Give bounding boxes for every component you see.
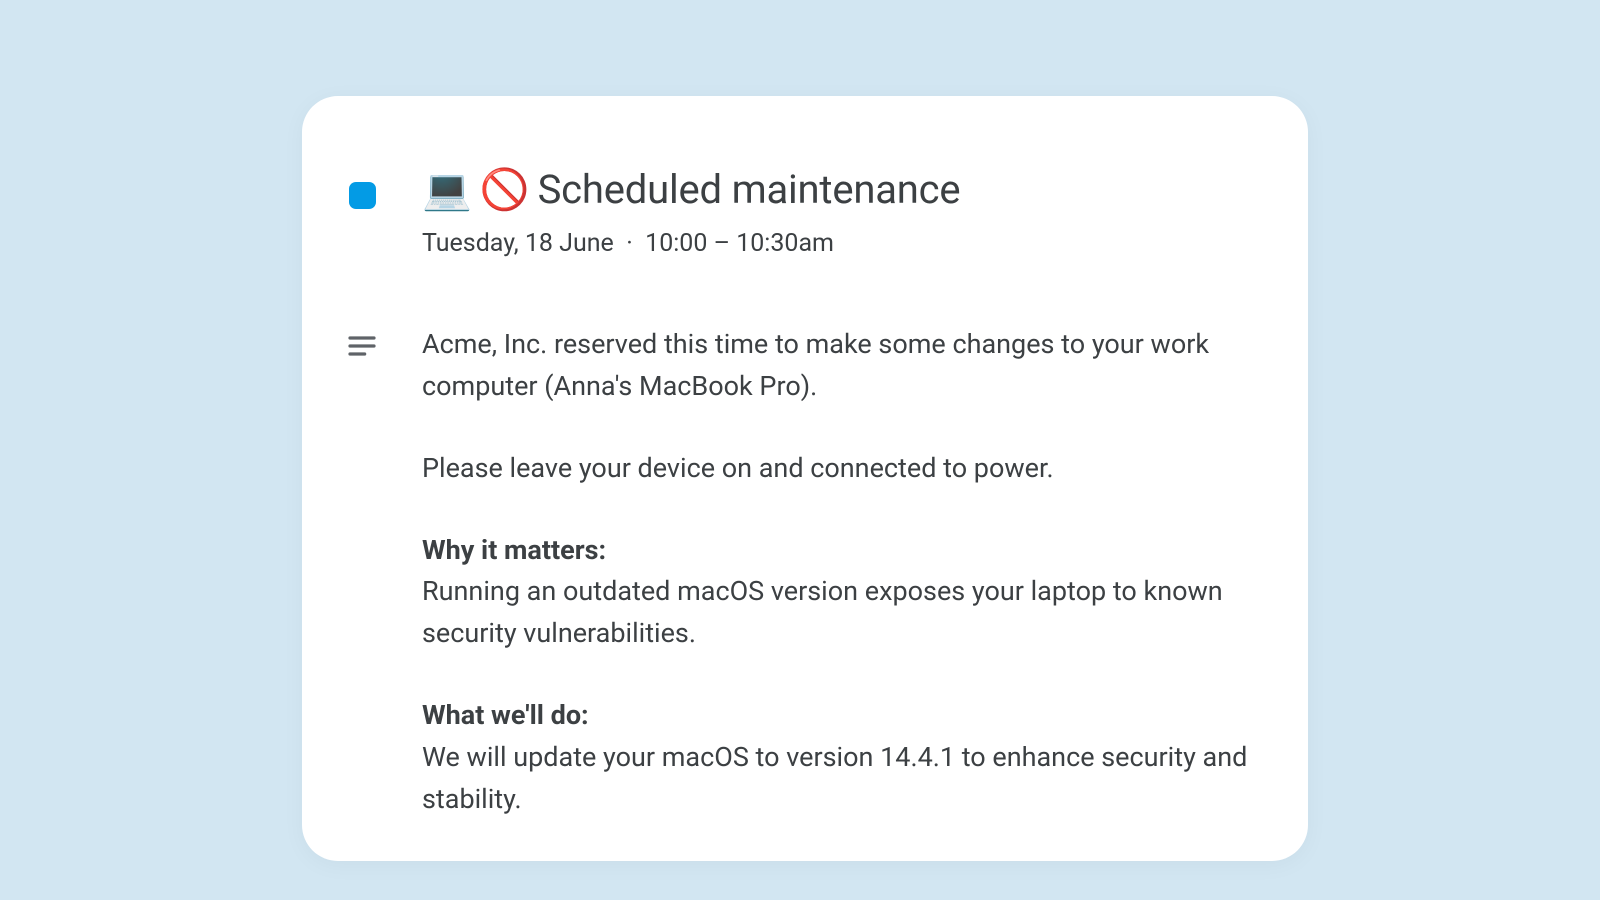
description-content: Acme, Inc. reserved this time to make so… [422, 324, 1308, 861]
title-icon-col [302, 166, 422, 209]
event-title: Scheduled maintenance [538, 166, 961, 213]
calendar-color-chip [349, 182, 376, 209]
what-section: What we'll do: We will update your macOS… [422, 695, 1252, 821]
datetime-separator: · [626, 229, 633, 258]
description-icon [346, 330, 378, 362]
description-row: Acme, Inc. reserved this time to make so… [302, 324, 1308, 861]
event-datetime: Tuesday, 18 June · 10:00 – 10:30am [422, 229, 1252, 258]
title-line: 💻🚫 Scheduled maintenance [422, 166, 1252, 213]
description-intro: Acme, Inc. reserved this time to make so… [422, 324, 1252, 408]
title-content: 💻🚫 Scheduled maintenance Tuesday, 18 Jun… [422, 166, 1308, 258]
event-time: 10:00 – 10:30am [645, 229, 834, 258]
why-section: Why it matters: Running an outdated macO… [422, 530, 1252, 656]
description-icon-col [302, 324, 422, 362]
what-heading: What we'll do: [422, 695, 1252, 737]
event-card: 💻🚫 Scheduled maintenance Tuesday, 18 Jun… [302, 96, 1308, 861]
description-instruction: Please leave your device on and connecte… [422, 448, 1252, 490]
title-row: 💻🚫 Scheduled maintenance Tuesday, 18 Jun… [302, 166, 1308, 258]
event-date: Tuesday, 18 June [422, 229, 614, 258]
why-heading: Why it matters: [422, 530, 1252, 572]
why-body: Running an outdated macOS version expose… [422, 571, 1252, 655]
laptop-emoji-icon: 💻 [422, 170, 472, 210]
what-body: We will update your macOS to version 14.… [422, 737, 1252, 821]
prohibited-emoji-icon: 🚫 [480, 170, 530, 210]
